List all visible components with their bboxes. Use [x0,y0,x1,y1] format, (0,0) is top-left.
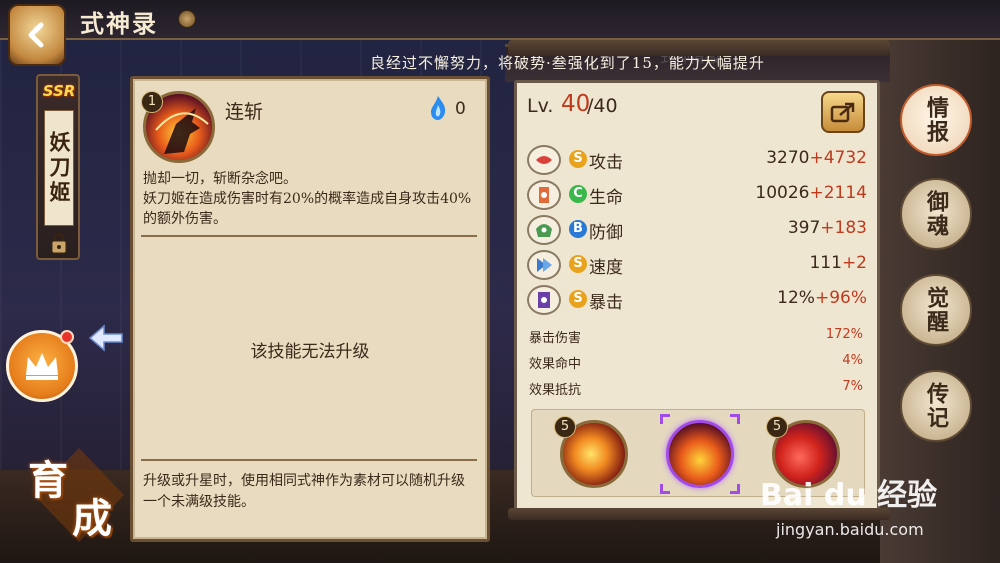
sub-stat-value: 172% [825,327,863,342]
stat-name: 暴击 [589,293,623,313]
defense-icon [527,215,561,245]
crit-icon [527,285,561,315]
stat-bonus: +2 [841,253,867,273]
stat-name: 速度 [589,258,623,278]
back-button[interactable] [8,4,66,66]
skill-panel: 1 连斩 0 抛却一切，斩断杂念吧。 妖刀姬在造成伤害时有20%的概率造成自身攻… [130,76,490,542]
skill-description-line-1: 抛却一切，斩断杂念吧。 [143,171,297,187]
stat-base: 397 [787,218,821,238]
watermark-logo: Bai du 经验 [760,478,938,513]
stat-base: 111 [809,253,842,273]
stat-value: 397+183 [788,218,867,238]
selection-corner [730,484,740,494]
sub-stat-value: 7% [842,379,863,394]
scroll-rod-top [508,40,890,56]
fire-cost: 0 [455,99,466,119]
divider [141,459,477,461]
stat-row-attack: S 攻击 3270+4732 [527,145,867,177]
lock-icon[interactable] [50,232,68,254]
share-button[interactable] [821,91,865,133]
stat-row-defense: B 防御 397+183 [527,215,867,247]
level-current: 40 [561,91,591,117]
attack-icon [527,145,561,175]
divider [141,235,477,237]
notification-dot [60,330,74,344]
level-label: Lv. [527,95,554,117]
skill-slot-level: 5 [554,416,576,438]
skill-slot-level: 5 [766,416,788,438]
stat-grade-badge: S [569,290,587,308]
hp-icon [527,180,561,210]
nurture-label-1: 育 [28,457,68,504]
stat-value: 111+2 [809,253,867,273]
rarity-badge: SSR [42,82,76,100]
character-name: 妖刀姬 [44,110,74,226]
sub-stat-row: 暴击伤害 172% [529,327,863,347]
stat-value: 10026+2114 [755,183,867,203]
speed-icon [527,250,561,280]
stat-grade-badge: S [569,255,587,273]
selection-corner [660,414,670,424]
tab-biography[interactable]: 传记 [900,370,972,442]
stat-bonus: +4732 [809,148,867,168]
stat-name: 防御 [589,223,623,243]
stat-bonus: +96% [814,288,867,308]
selection-corner [730,414,740,424]
stat-row-hp: C 生命 10026+2114 [527,180,867,212]
crown-icon [26,353,58,380]
skill-level-badge: 1 [141,91,163,113]
upgrade-hint: 升级或升星时，使用相同式神作为素材可以随机升级一个未满级技能。 [143,473,465,510]
sub-stat-name: 效果抵抗 [529,383,582,398]
stat-base: 10026 [755,183,810,203]
selection-corner [660,484,670,494]
sub-stat-value: 4% [842,353,863,368]
arrow-left-icon[interactable] [88,322,124,354]
ghost-fire-icon [431,96,446,120]
no-upgrade-message: 该技能无法升级 [250,342,370,362]
character-tab[interactable]: SSR 妖刀姬 [36,74,80,260]
sub-stat-name: 暴击伤害 [529,331,582,346]
stat-name: 生命 [589,188,623,208]
stat-name: 攻击 [589,153,623,173]
stat-base: 12% [777,288,815,308]
tab-soul[interactable]: 御魂 [900,178,972,250]
share-icon [830,102,855,123]
skill-description-line-2: 妖刀姬在造成伤害时有20%的概率造成自身攻击40%的额外伤害。 [143,191,472,227]
title-ornament-icon [178,10,196,28]
sub-stat-row: 效果命中 4% [529,353,863,373]
stat-bonus: +183 [820,218,867,238]
sub-stat-row: 效果抵抗 7% [529,379,863,399]
skill-description: 抛却一切，斩断杂念吧。 妖刀姬在造成伤害时有20%的概率造成自身攻击40%的额外… [143,169,483,229]
stat-row-speed: S 速度 111+2 [527,250,867,282]
stat-bonus: +2114 [809,183,867,203]
nurture-label-2: 成 [72,495,112,542]
watermark-url: jingyan.baidu.com [776,520,924,539]
tab-awaken[interactable]: 觉醒 [900,274,972,346]
level-max: /40 [587,95,618,117]
skill-slot-2-selected[interactable] [666,420,734,488]
stat-grade-badge: C [569,185,587,203]
back-arrow-icon [28,22,44,48]
tab-info[interactable]: 情报 [900,84,972,156]
stat-grade-badge: S [569,150,587,168]
info-panel: Lv. 40 /40 S 攻击 3270+4732 C 生命 10026+211… [514,80,880,512]
stat-grade-badge: B [569,220,587,238]
sub-stat-name: 效果命中 [529,357,582,372]
stat-value: 3270+4732 [766,148,867,168]
skill-name: 连斩 [225,101,264,123]
stat-row-crit: S 暴击 12%+96% [527,285,867,317]
stat-value: 12%+96% [777,288,867,308]
stat-base: 3270 [766,148,810,168]
